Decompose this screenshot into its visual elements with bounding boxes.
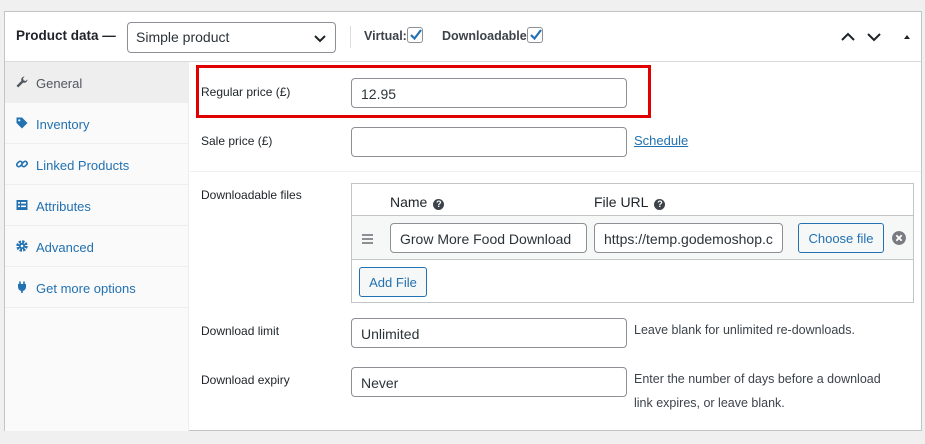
- virtual-checkbox[interactable]: [407, 27, 423, 43]
- table-row: Grow More Food Download https://temp.god…: [352, 215, 913, 260]
- tab-get-more-options[interactable]: Get more options: [5, 267, 188, 308]
- gear-icon: [16, 240, 28, 252]
- download-expiry-description-line: link expires, or leave blank.: [634, 396, 785, 410]
- tab-general[interactable]: General: [5, 62, 188, 103]
- sale-price-label: Sale price (£): [201, 134, 273, 148]
- help-icon[interactable]: ?: [433, 199, 445, 210]
- downloadable-label: Downloadable:: [442, 29, 531, 43]
- collapse-toggle-icon[interactable]: [899, 29, 915, 45]
- schedule-link[interactable]: Schedule: [634, 133, 688, 148]
- checkmark-icon: [410, 29, 422, 41]
- product-data-tabs: General Inventory Linked Products Attrib…: [5, 62, 189, 431]
- product-data-panel: Product data — Simple product Virtual: D…: [4, 11, 922, 431]
- drag-handle-icon[interactable]: [362, 234, 373, 246]
- regular-price-input[interactable]: 12.95: [351, 78, 627, 108]
- sale-price-input[interactable]: [351, 127, 627, 157]
- file-url-input[interactable]: https://temp.godemoshop.c: [594, 223, 783, 253]
- tab-linked-products[interactable]: Linked Products: [5, 144, 188, 185]
- column-header-name-text: Name: [390, 194, 428, 210]
- download-expiry-description: Enter the number of days before a downlo…: [634, 367, 914, 415]
- regular-price-label: Regular price (£): [201, 85, 291, 99]
- downloadable-files-label: Downloadable files: [201, 188, 302, 202]
- download-expiry-label: Download expiry: [201, 373, 290, 387]
- wrench-icon: [16, 76, 28, 88]
- downloadable-checkbox[interactable]: [527, 27, 543, 43]
- product-data-header: Product data — Simple product Virtual: D…: [5, 12, 921, 62]
- header-divider: [350, 26, 351, 48]
- move-down-icon[interactable]: [866, 29, 882, 45]
- link-icon: [15, 160, 29, 168]
- move-up-icon[interactable]: [840, 29, 856, 45]
- download-limit-input[interactable]: Unlimited: [351, 318, 627, 348]
- tab-label: Advanced: [36, 240, 94, 255]
- tab-label: Linked Products: [36, 158, 130, 173]
- download-expiry-input[interactable]: Never: [351, 367, 627, 397]
- tab-label: Get more options: [36, 281, 136, 296]
- downloadable-files-table: Name? File URL? Grow More Food Download …: [351, 183, 914, 303]
- tab-advanced[interactable]: Advanced: [5, 226, 188, 267]
- chevron-down-icon: [314, 35, 326, 43]
- table-icon: [16, 200, 28, 210]
- column-header-name: Name?: [390, 194, 445, 210]
- plugin-icon: [18, 281, 26, 293]
- download-limit-label: Download limit: [201, 324, 280, 338]
- tag-icon: [16, 117, 28, 129]
- tab-label: General: [36, 76, 83, 91]
- add-file-button[interactable]: Add File: [359, 267, 427, 297]
- tab-inventory[interactable]: Inventory: [5, 103, 188, 144]
- section-divider: [190, 171, 921, 172]
- file-name-input[interactable]: Grow More Food Download: [390, 223, 587, 253]
- tab-label: Inventory: [36, 117, 90, 132]
- remove-file-icon[interactable]: [892, 231, 906, 245]
- tab-attributes[interactable]: Attributes: [5, 185, 188, 226]
- help-icon[interactable]: ?: [654, 199, 666, 210]
- general-tab-content: Regular price (£) 12.95 Sale price (£) S…: [190, 62, 921, 431]
- column-header-file-url-text: File URL: [594, 194, 649, 210]
- download-expiry-description-line: Enter the number of days before a downlo…: [634, 372, 881, 386]
- tab-label: Attributes: [36, 199, 91, 214]
- column-header-file-url: File URL?: [594, 194, 666, 210]
- choose-file-button[interactable]: Choose file: [798, 223, 884, 253]
- checkmark-icon: [530, 29, 542, 41]
- download-limit-description: Leave blank for unlimited re-downloads.: [634, 323, 855, 337]
- virtual-label: Virtual:: [364, 29, 407, 43]
- product-type-value: Simple product: [136, 29, 230, 45]
- panel-title: Product data —: [16, 28, 116, 43]
- product-type-select[interactable]: Simple product: [127, 22, 336, 53]
